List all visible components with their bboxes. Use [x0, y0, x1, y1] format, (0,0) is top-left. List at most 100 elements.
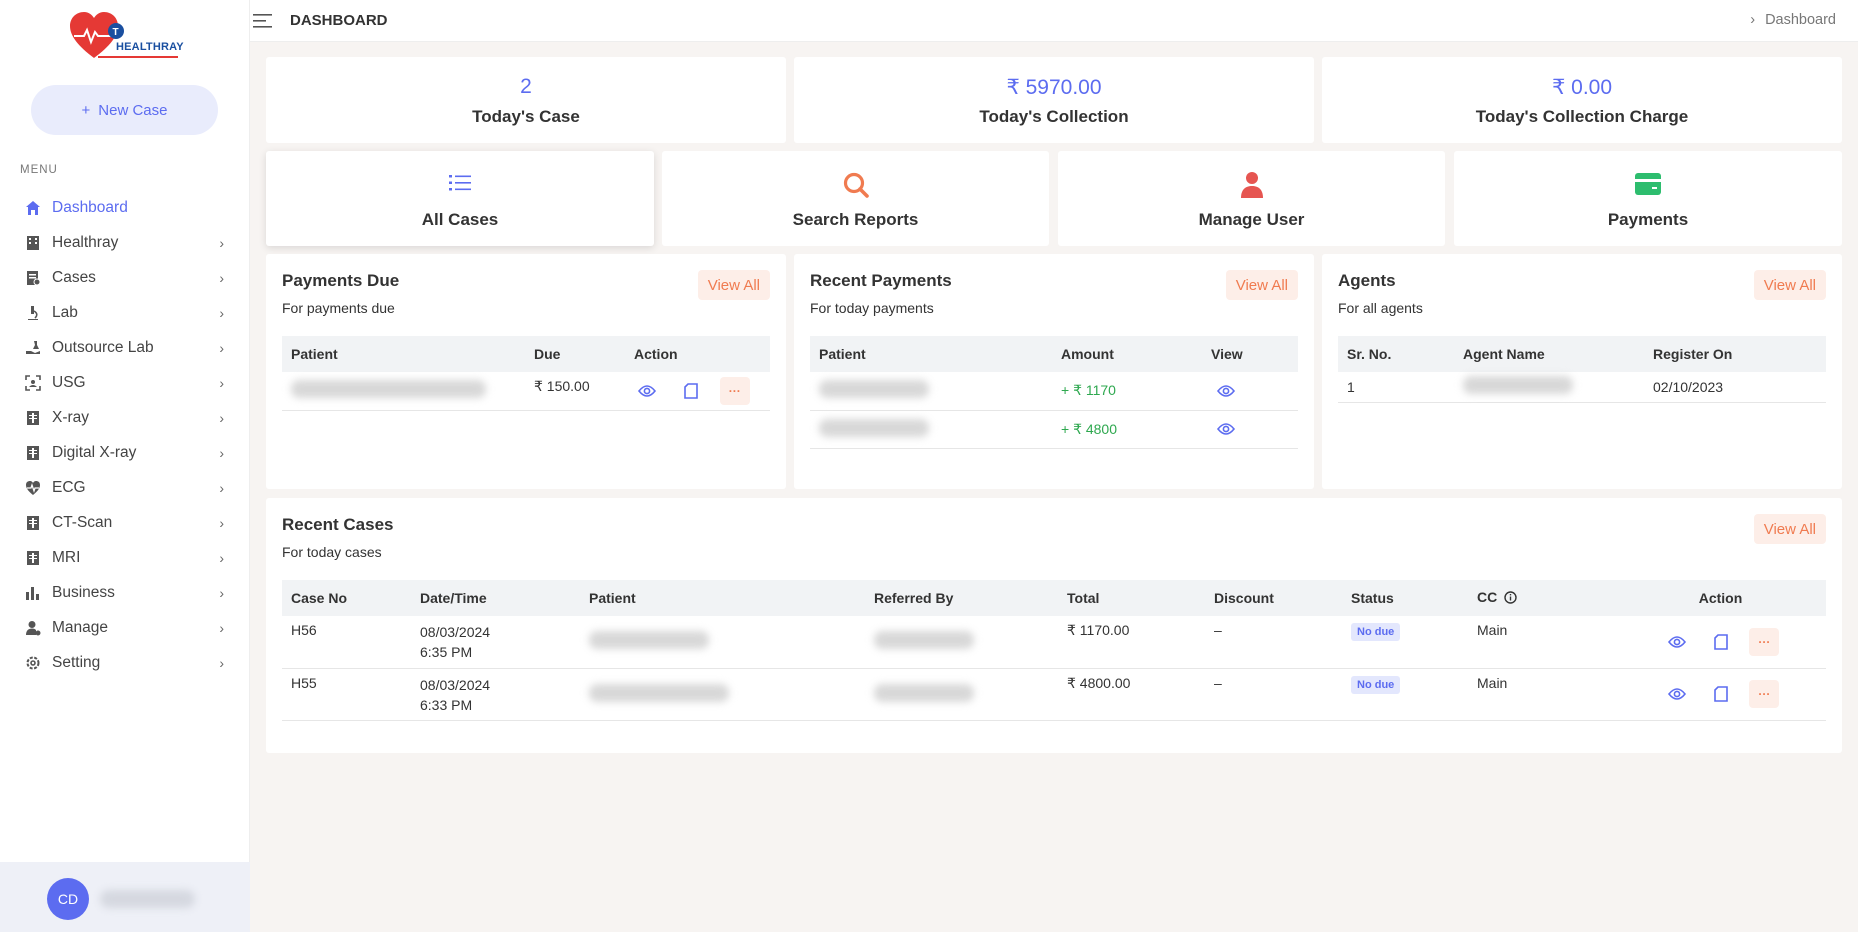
stat-label: Today's Collection: [979, 107, 1129, 126]
view-eye-icon[interactable]: [1211, 377, 1241, 405]
table-row: ₹ 150.00 ···: [282, 372, 770, 411]
more-options-button[interactable]: ···: [719, 376, 750, 405]
user-name: [100, 890, 195, 908]
agents-table: Sr. No. Agent Name Register On 1 02/10/2…: [1338, 336, 1826, 403]
referred-by-name: [874, 631, 974, 650]
sidebar-item-digital-xray[interactable]: Digital X-ray ›: [0, 435, 250, 470]
recent-cases-table: Case No Date/Time Patient Referred By To…: [282, 580, 1826, 721]
wallet-icon: [1454, 171, 1842, 199]
recent-payments-panel: Recent Payments For today payments View …: [794, 254, 1314, 489]
sidebar-nav: Dashboard Healthray › Cases › Lab › Outs…: [0, 190, 250, 680]
date: 08/03/2024: [420, 676, 491, 693]
status-cell: No due: [1342, 668, 1468, 721]
patient-name: [819, 418, 929, 437]
quick-link-payments[interactable]: Payments: [1454, 151, 1842, 246]
sidebar-item-setting[interactable]: Setting ›: [0, 645, 250, 680]
view-eye-icon[interactable]: [1662, 628, 1692, 656]
new-case-button[interactable]: + New Case: [31, 85, 218, 135]
referred-by-cell: [865, 616, 1058, 669]
column-header: View: [1202, 336, 1298, 372]
breadcrumb: › Dashboard: [1750, 12, 1836, 28]
referred-by-name: [874, 683, 974, 702]
chevron-right-icon: ›: [219, 550, 224, 566]
digital-xray-icon: [24, 444, 42, 462]
quick-link-label: Manage User: [1198, 210, 1305, 229]
table-row: H55 08/03/2024 6:33 PM ₹ 4800.00 – No due…: [282, 668, 1826, 721]
column-header: CC: [1468, 580, 1615, 616]
quick-link-label: All Cases: [421, 210, 499, 229]
copy-icon[interactable]: [1706, 680, 1736, 708]
healthray-logo[interactable]: T: [68, 10, 188, 62]
action-cell: ···: [1615, 616, 1826, 669]
sidebar-item-label: Healthray: [52, 233, 119, 251]
stat-card-todays-collection: ₹ 5970.00 Today's Collection: [794, 57, 1314, 143]
quick-link-search-reports[interactable]: Search Reports: [662, 151, 1049, 246]
status-cell: No due: [1342, 616, 1468, 669]
more-options-button[interactable]: ···: [1749, 680, 1780, 708]
sidebar-item-lab[interactable]: Lab ›: [0, 295, 250, 330]
panel-title: Agents: [1338, 271, 1396, 290]
total-cell: ₹ 1170.00: [1058, 616, 1205, 669]
payments-due-panel: Payments Due For payments due View All P…: [266, 254, 786, 489]
building-icon: [24, 234, 42, 252]
stat-card-todays-collection-charge: ₹ 0.00 Today's Collection Charge: [1322, 57, 1842, 143]
home-icon: [24, 199, 42, 217]
copy-icon[interactable]: [676, 377, 706, 405]
stat-value: ₹ 0.00: [1551, 76, 1613, 99]
brand-name: HEALTHRAY: [116, 41, 184, 53]
sidebar-item-label: Digital X-ray: [52, 443, 137, 461]
avatar[interactable]: CD: [47, 878, 89, 920]
sidebar-item-ct-scan[interactable]: CT-Scan ›: [0, 505, 250, 540]
chevron-right-icon: ›: [219, 585, 224, 601]
view-cell: [1202, 372, 1298, 411]
date: 08/03/2024: [420, 624, 491, 640]
more-options-button[interactable]: ···: [1749, 627, 1780, 656]
case-no-cell[interactable]: H55: [282, 668, 411, 721]
info-icon[interactable]: [1504, 591, 1517, 607]
quick-link-label: Payments: [1607, 210, 1689, 229]
list-icon: [266, 171, 654, 199]
cc-cell: Main: [1468, 668, 1615, 721]
column-header: Patient: [282, 336, 525, 372]
chevron-right-icon: ›: [1750, 12, 1756, 28]
sidebar-item-dashboard[interactable]: Dashboard: [0, 190, 250, 225]
patient-name: [589, 683, 729, 702]
cc-cell: Main: [1468, 616, 1615, 669]
view-all-button[interactable]: View All: [1753, 270, 1826, 300]
quick-link-manage-user[interactable]: Manage User: [1058, 151, 1445, 246]
breadcrumb-item[interactable]: Dashboard: [1765, 12, 1836, 28]
column-header: Date/Time: [411, 580, 580, 616]
copy-icon[interactable]: [1706, 628, 1736, 656]
register-on-cell: 02/10/2023: [1644, 372, 1826, 403]
sidebar-item-healthray[interactable]: Healthray ›: [0, 225, 250, 260]
sidebar-item-usg[interactable]: USG ›: [0, 365, 250, 400]
view-cell: [1202, 410, 1298, 449]
hamburger-menu-icon[interactable]: [252, 12, 274, 30]
sidebar-item-outsource-lab[interactable]: Outsource Lab ›: [0, 330, 250, 365]
view-all-button[interactable]: View All: [1225, 270, 1298, 300]
heartbeat-icon: [24, 479, 42, 497]
view-all-button[interactable]: View All: [1753, 514, 1826, 544]
sidebar-item-cases[interactable]: Cases ›: [0, 260, 250, 295]
quick-link-all-cases[interactable]: All Cases: [266, 151, 654, 246]
panel-title: Recent Cases: [282, 515, 394, 534]
column-header: Case No: [282, 580, 411, 616]
chevron-right-icon: ›: [219, 410, 224, 426]
view-all-button[interactable]: View All: [697, 270, 770, 300]
sidebar-item-ecg[interactable]: ECG ›: [0, 470, 250, 505]
date-time-cell: 08/03/2024 6:33 PM: [411, 668, 580, 721]
user-profile[interactable]: CD: [0, 862, 250, 932]
sidebar-item-mri[interactable]: MRI ›: [0, 540, 250, 575]
chevron-right-icon: ›: [219, 655, 224, 671]
chevron-right-icon: ›: [219, 340, 224, 356]
view-eye-icon[interactable]: [1662, 680, 1692, 708]
sidebar-item-xray[interactable]: X-ray ›: [0, 400, 250, 435]
sidebar-item-business[interactable]: Business ›: [0, 575, 250, 610]
view-eye-icon[interactable]: [632, 377, 662, 405]
hand-flask-icon: [24, 339, 42, 357]
view-eye-icon[interactable]: [1211, 415, 1241, 443]
table-header-row: Case No Date/Time Patient Referred By To…: [282, 580, 1826, 616]
case-no-cell[interactable]: H56: [282, 616, 411, 669]
xray-icon: [24, 409, 42, 427]
sidebar-item-manage[interactable]: Manage ›: [0, 610, 250, 645]
